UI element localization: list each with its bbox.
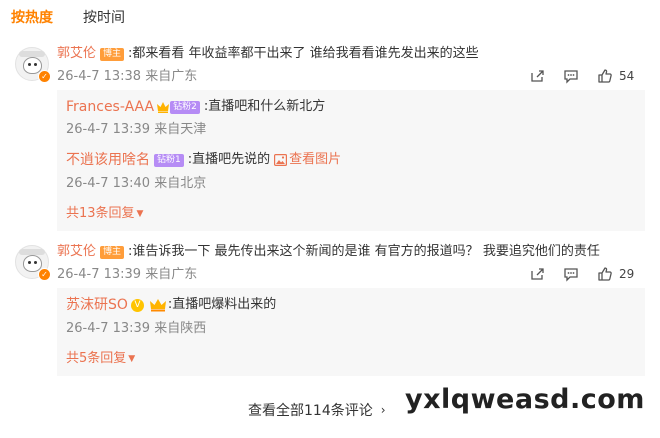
reply-line: Frances-AAA 钻粉2 : 直播吧和什么新北方 [66, 98, 326, 116]
view-picture-link[interactable]: 查看图片 [270, 151, 341, 169]
picture-icon [274, 154, 288, 166]
reply-location: 来自天津 [154, 122, 207, 137]
reply-username[interactable]: 不逍该用啥名 [66, 151, 150, 169]
view-picture-label: 查看图片 [289, 152, 342, 167]
comment-text: 都来看看 年收益率都干出来了 谁给我看看谁先发出来的这些 [132, 46, 479, 61]
comment-button[interactable] [563, 266, 579, 282]
reply-meta: 26-4-7 13:39 来自天津 [66, 121, 206, 139]
verified-badge-icon: ✓ [38, 268, 51, 281]
more-replies-button[interactable]: 共5条回复 ▼ [66, 350, 135, 368]
avatar[interactable]: ✓ [15, 47, 51, 83]
reply-meta: 26-4-7 13:39 来自陕西 [66, 320, 206, 338]
crown-icon [149, 299, 166, 312]
reply-username[interactable]: 苏沫研SO [66, 296, 128, 314]
reply-line: 苏沫研SO V : 直播吧爆料出来的 [66, 296, 277, 314]
reply-location: 来自北京 [154, 176, 207, 191]
comment-time: 26-4-7 13:38 [57, 69, 142, 84]
comment-location: 来自广东 [145, 69, 198, 84]
share-icon [531, 268, 544, 280]
reply-location: 来自陕西 [154, 321, 207, 336]
comment-button[interactable] [563, 68, 579, 84]
comment-location: 来自广东 [145, 267, 198, 282]
tab-sort-by-hot[interactable]: 按热度 [11, 8, 53, 28]
comment-meta: 26-4-7 13:38 来自广东 [57, 68, 197, 86]
view-all-comments-button[interactable]: 查看全部114条评论 › [248, 400, 386, 420]
more-replies-label: 共13条回复 [66, 206, 135, 221]
like-count: 54 [619, 69, 635, 83]
comment-icon [564, 70, 578, 84]
thumbs-up-icon [598, 69, 612, 83]
reply-time: 26-4-7 13:39 [66, 321, 151, 336]
comment-username[interactable]: 郭艾伦 [57, 243, 96, 261]
view-all-label: 查看全部114条评论 [248, 403, 373, 419]
comment-meta: 26-4-7 13:39 来自广东 [57, 266, 197, 284]
reply-meta: 26-4-7 13:40 来自北京 [66, 175, 206, 193]
tab-sort-by-time[interactable]: 按时间 [83, 8, 125, 28]
reply-line: 不逍该用啥名 钻粉1 : 直播吧先说的 查看图片 [66, 151, 342, 169]
fan-level-tag: 钻粉1 [154, 153, 184, 167]
verified-badge-icon: ✓ [38, 70, 51, 83]
author-tag: 博主 [100, 47, 125, 61]
like-button[interactable]: 54 [597, 68, 634, 84]
watermark: yxlqweasd.com [405, 384, 645, 415]
caret-down-icon: ▼ [128, 354, 136, 364]
comment-time: 26-4-7 13:39 [57, 267, 142, 282]
share-icon [531, 70, 544, 82]
fan-level-tag: 钻粉2 [170, 100, 200, 114]
sort-tabs: 按热度 按时间 [11, 8, 125, 28]
comment-icon [564, 268, 578, 282]
more-replies-button[interactable]: 共13条回复 ▼ [66, 205, 143, 223]
reply-username[interactable]: Frances-AAA [66, 98, 154, 116]
like-button[interactable]: 29 [597, 266, 634, 282]
reply-text: 直播吧和什么新北方 [208, 99, 326, 114]
thumbs-up-icon [598, 267, 612, 281]
avatar[interactable]: ✓ [15, 245, 51, 281]
crown-icon [157, 101, 170, 113]
like-count: 29 [619, 267, 635, 281]
comment-actions: 29 [529, 266, 634, 282]
share-button[interactable] [529, 68, 545, 84]
chevron-right-icon: › [380, 403, 386, 417]
reply-time: 26-4-7 13:40 [66, 176, 151, 191]
comment-line: 郭艾伦 博主 : 谁告诉我一下 最先传出来这个新闻的是谁 有官方的报道吗？ 我要… [57, 243, 600, 261]
share-button[interactable] [529, 266, 545, 282]
comment-actions: 54 [529, 68, 634, 84]
comment-username[interactable]: 郭艾伦 [57, 45, 96, 63]
author-tag: 博主 [100, 245, 125, 259]
more-replies-label: 共5条回复 [66, 351, 127, 366]
reply-text: 直播吧爆料出来的 [172, 297, 277, 312]
caret-down-icon: ▼ [136, 209, 144, 219]
reply-time: 26-4-7 13:39 [66, 122, 151, 137]
comment-line: 郭艾伦 博主 : 都来看看 年收益率都干出来了 谁给我看看谁先发出来的这些 [57, 45, 479, 63]
comment-text: 谁告诉我一下 最先传出来这个新闻的是谁 有官方的报道吗？ 我要追究他们的责任 [132, 244, 600, 259]
verified-badge-icon: V [130, 298, 144, 312]
reply-text: 直播吧先说的 [192, 152, 271, 167]
